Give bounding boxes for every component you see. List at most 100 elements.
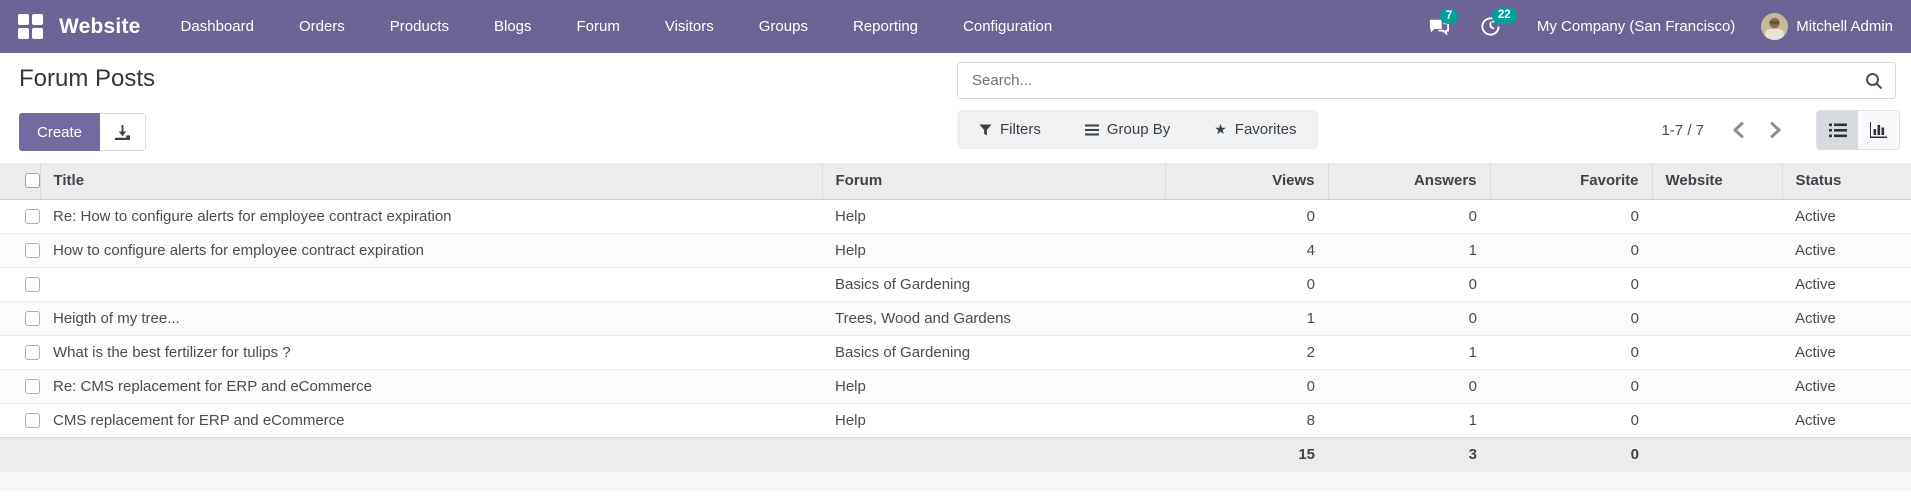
cell-forum[interactable]: Basics of Gardening bbox=[822, 266, 1165, 301]
row-checkbox[interactable] bbox=[25, 208, 40, 224]
cell-forum[interactable]: Trees, Wood and Gardens bbox=[822, 300, 1165, 335]
cell-answers[interactable]: 1 bbox=[1328, 334, 1490, 369]
cell-answers[interactable]: 1 bbox=[1328, 232, 1490, 267]
user-menu[interactable]: Mitchell Admin bbox=[1796, 18, 1893, 35]
group-by-button[interactable]: Group By bbox=[1084, 121, 1171, 138]
cell-website[interactable] bbox=[1652, 266, 1782, 301]
column-header-website[interactable]: Website bbox=[1651, 163, 1782, 200]
cell-website[interactable] bbox=[1652, 300, 1782, 335]
cell-title[interactable] bbox=[40, 266, 822, 301]
row-checkbox[interactable] bbox=[25, 242, 40, 258]
nav-item-groups[interactable]: Groups bbox=[759, 18, 808, 35]
cell-answers[interactable]: 0 bbox=[1328, 266, 1490, 301]
pager-previous-button[interactable] bbox=[1720, 122, 1757, 138]
cell-views[interactable]: 4 bbox=[1165, 232, 1328, 267]
row-checkbox[interactable] bbox=[25, 310, 40, 326]
cell-status[interactable]: Active bbox=[1782, 334, 1911, 369]
activities-button[interactable]: 22 bbox=[1480, 8, 1517, 37]
table-row[interactable]: CMS replacement for ERP and eCommerce He… bbox=[0, 402, 1911, 437]
cell-views[interactable]: 8 bbox=[1165, 402, 1328, 437]
row-checkbox[interactable] bbox=[25, 378, 40, 394]
cell-favorite[interactable]: 0 bbox=[1490, 266, 1652, 301]
cell-favorite[interactable]: 0 bbox=[1490, 368, 1652, 403]
column-header-title[interactable]: Title bbox=[39, 163, 822, 200]
favorites-button[interactable]: ★ Favorites bbox=[1214, 121, 1296, 138]
row-checkbox[interactable] bbox=[25, 276, 40, 292]
cell-title[interactable]: What is the best fertilizer for tulips ? bbox=[40, 334, 822, 369]
cell-status[interactable]: Active bbox=[1782, 402, 1911, 437]
cell-views[interactable]: 0 bbox=[1165, 266, 1328, 301]
cell-answers[interactable]: 0 bbox=[1328, 300, 1490, 335]
cell-favorite[interactable]: 0 bbox=[1490, 300, 1652, 335]
table-row[interactable]: What is the best fertilizer for tulips ?… bbox=[0, 334, 1911, 369]
cell-title[interactable]: Re: CMS replacement for ERP and eCommerc… bbox=[40, 368, 822, 403]
table-row[interactable]: Re: How to configure alerts for employee… bbox=[0, 198, 1911, 233]
search-options-bar: Filters Group By ★ Favorites bbox=[957, 110, 1319, 149]
cell-status[interactable]: Active bbox=[1782, 368, 1911, 403]
nav-item-dashboard[interactable]: Dashboard bbox=[181, 18, 254, 35]
nav-item-blogs[interactable]: Blogs bbox=[494, 18, 532, 35]
cell-forum[interactable]: Basics of Gardening bbox=[822, 334, 1165, 369]
row-checkbox[interactable] bbox=[25, 344, 40, 360]
row-checkbox[interactable] bbox=[25, 412, 40, 428]
nav-item-visitors[interactable]: Visitors bbox=[665, 18, 714, 35]
cell-views[interactable]: 0 bbox=[1165, 368, 1328, 403]
nav-item-reporting[interactable]: Reporting bbox=[853, 18, 918, 35]
company-switcher[interactable]: My Company (San Francisco) bbox=[1537, 18, 1735, 35]
export-button[interactable] bbox=[100, 113, 147, 151]
messages-button[interactable]: 7 bbox=[1428, 8, 1459, 37]
cell-views[interactable]: 1 bbox=[1165, 300, 1328, 335]
cell-answers[interactable]: 1 bbox=[1328, 402, 1490, 437]
cell-forum[interactable]: Help bbox=[822, 402, 1165, 437]
column-header-views[interactable]: Views bbox=[1164, 163, 1328, 200]
cell-status[interactable]: Active bbox=[1782, 198, 1911, 233]
table-row[interactable]: Re: CMS replacement for ERP and eCommerc… bbox=[0, 368, 1911, 403]
cell-answers[interactable]: 0 bbox=[1328, 198, 1490, 233]
cell-favorite[interactable]: 0 bbox=[1490, 402, 1652, 437]
cell-forum[interactable]: Help bbox=[822, 198, 1165, 233]
apps-menu-icon[interactable] bbox=[18, 14, 43, 39]
nav-item-products[interactable]: Products bbox=[390, 18, 449, 35]
group-by-label: Group By bbox=[1106, 121, 1171, 138]
cell-favorite[interactable]: 0 bbox=[1490, 198, 1652, 233]
nav-item-configuration[interactable]: Configuration bbox=[963, 18, 1052, 35]
select-all-checkbox[interactable] bbox=[25, 173, 40, 189]
app-brand[interactable]: Website bbox=[59, 15, 141, 39]
cell-status[interactable]: Active bbox=[1782, 300, 1911, 335]
filters-button[interactable]: Filters bbox=[979, 121, 1041, 138]
cell-favorite[interactable]: 0 bbox=[1490, 334, 1652, 369]
cell-website[interactable] bbox=[1652, 232, 1782, 267]
nav-item-forum[interactable]: Forum bbox=[577, 18, 620, 35]
column-header-answers[interactable]: Answers bbox=[1327, 163, 1490, 200]
cell-status[interactable]: Active bbox=[1782, 266, 1911, 301]
cell-views[interactable]: 2 bbox=[1165, 334, 1328, 369]
table-row[interactable]: How to configure alerts for employee con… bbox=[0, 232, 1911, 267]
column-header-forum[interactable]: Forum bbox=[821, 163, 1165, 200]
cell-views[interactable]: 0 bbox=[1165, 198, 1328, 233]
create-button[interactable]: Create bbox=[19, 113, 101, 151]
cell-website[interactable] bbox=[1652, 402, 1782, 437]
cell-title[interactable]: How to configure alerts for employee con… bbox=[40, 232, 822, 267]
cell-website[interactable] bbox=[1652, 368, 1782, 403]
cell-website[interactable] bbox=[1652, 334, 1782, 369]
cell-favorite[interactable]: 0 bbox=[1490, 232, 1652, 267]
pager-next-button[interactable] bbox=[1757, 122, 1794, 138]
table-row[interactable]: Heigth of my tree... Trees, Wood and Gar… bbox=[0, 300, 1911, 335]
search-input[interactable] bbox=[970, 71, 1865, 90]
cell-status[interactable]: Active bbox=[1782, 232, 1911, 267]
table-row[interactable]: Basics of Gardening 0 0 0 Active bbox=[0, 266, 1911, 301]
list-view-button[interactable] bbox=[1817, 111, 1858, 149]
avatar[interactable] bbox=[1761, 13, 1789, 40]
cell-title[interactable]: CMS replacement for ERP and eCommerce bbox=[40, 402, 822, 437]
search-icon[interactable] bbox=[1865, 72, 1883, 90]
cell-title[interactable]: Heigth of my tree... bbox=[40, 300, 822, 335]
cell-forum[interactable]: Help bbox=[822, 368, 1165, 403]
nav-item-orders[interactable]: Orders bbox=[299, 18, 345, 35]
cell-answers[interactable]: 0 bbox=[1328, 368, 1490, 403]
column-header-status[interactable]: Status bbox=[1781, 163, 1911, 200]
cell-website[interactable] bbox=[1652, 198, 1782, 233]
cell-forum[interactable]: Help bbox=[822, 232, 1165, 267]
cell-title[interactable]: Re: How to configure alerts for employee… bbox=[40, 198, 822, 233]
graph-view-button[interactable] bbox=[1858, 111, 1899, 149]
column-header-favorite[interactable]: Favorite bbox=[1489, 163, 1652, 200]
